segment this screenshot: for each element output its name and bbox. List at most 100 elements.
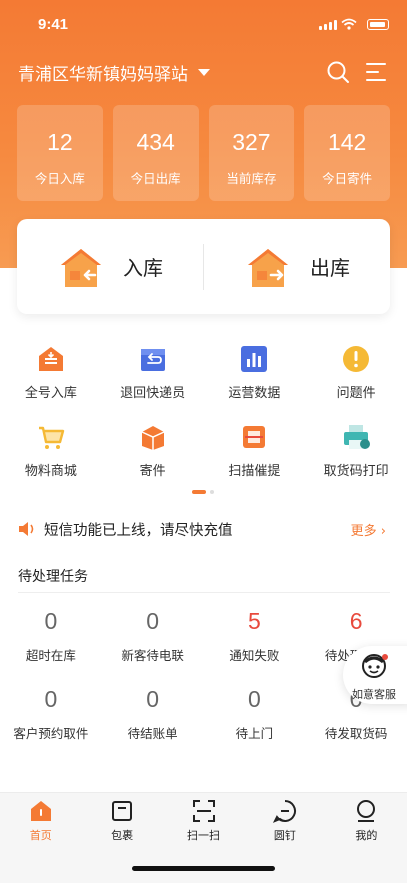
page-indicator [192, 490, 214, 494]
task-pending-bills[interactable]: 0 待结账单 [102, 686, 204, 764]
scan-remind-icon [243, 426, 266, 448]
printer-icon [344, 425, 371, 449]
stats-panel: 12 今日入库 434 今日出库 327 当前库存 142 今日寄件 [17, 105, 390, 201]
task-label: 待上门 [235, 726, 274, 741]
home-indicator [132, 866, 275, 871]
task-notify-failed[interactable]: 5 通知失败 [204, 608, 306, 686]
notice-message: 短信功能已上线，请尽快充值 [44, 522, 233, 539]
grid-item-return-courier[interactable]: 退回快递员 [102, 340, 204, 418]
task-new-customer-call[interactable]: 0 新客待电联 [102, 608, 204, 686]
warehouse-in-icon [61, 248, 101, 287]
stock-out-label: 出库 [310, 256, 350, 280]
bar-chart-icon [241, 346, 268, 372]
grid-item-send[interactable]: 寄件 [102, 418, 204, 496]
task-label: 通知失败 [229, 648, 280, 663]
stat-today-in[interactable]: 12 今日入库 [17, 105, 103, 201]
stat-today-out[interactable]: 434 今日出库 [112, 105, 199, 201]
stat-label: 今日入库 [34, 171, 85, 186]
task-label: 新客待电联 [121, 648, 184, 663]
signal-icon [319, 20, 337, 30]
station-selector[interactable]: 青浦区华新镇妈妈驿站 [18, 60, 210, 85]
grid-label: 全号入库 [24, 386, 77, 401]
chat-icon [272, 800, 296, 823]
chevron-down-icon [198, 69, 210, 76]
box-in-icon [38, 347, 63, 371]
task-label: 待结账单 [127, 726, 178, 741]
stat-current-stock[interactable]: 327 当前库存 [208, 105, 295, 201]
warning-icon [343, 346, 370, 372]
grid-label: 退回快递员 [120, 386, 186, 401]
speaker-icon [19, 522, 34, 536]
stat-label: 当前库存 [226, 171, 277, 186]
tab-home[interactable]: 首页 [0, 793, 81, 849]
grid-label: 运营数据 [228, 386, 281, 401]
grid-label: 寄件 [139, 464, 166, 479]
send-box-icon [141, 426, 164, 450]
tab-label: 我的 [355, 829, 378, 842]
stock-in-label: 入库 [123, 256, 163, 280]
divider [18, 592, 390, 593]
wifi-icon [341, 18, 357, 30]
grid-item-full-in[interactable]: 全号入库 [0, 340, 102, 418]
task-count: 6 [349, 608, 363, 634]
grid-label: 物料商城 [24, 464, 77, 479]
customer-service-button[interactable]: 如意客服 [343, 646, 407, 704]
menu-icon[interactable] [364, 60, 388, 84]
customer-service-label: 如意客服 [352, 688, 396, 701]
task-overdue-in-stock[interactable]: 0 超时在库 [0, 608, 102, 686]
search-icon[interactable] [326, 60, 350, 84]
notice-bar[interactable]: 短信功能已上线，请尽快充值 更多 › [18, 516, 390, 542]
more-link[interactable]: 更多 › [351, 520, 386, 539]
warehouse-out-icon [248, 248, 288, 287]
task-label: 超时在库 [25, 648, 76, 663]
stock-out-button[interactable]: 出库 [204, 219, 390, 314]
tab-label: 包裹 [111, 829, 134, 842]
stock-in-button[interactable]: 入库 [17, 219, 203, 314]
stat-today-send[interactable]: 142 今日寄件 [304, 105, 390, 201]
profile-icon [357, 800, 376, 822]
tab-label: 首页 [29, 829, 52, 842]
task-label: 待发取货码 [324, 726, 388, 741]
grid-item-problem-parcel[interactable]: 问题件 [305, 340, 407, 418]
task-customer-appointment[interactable]: 0 客户预约取件 [0, 686, 102, 764]
in-out-card: 入库 出库 [17, 219, 390, 314]
package-icon [112, 801, 133, 821]
stat-value: 12 [47, 129, 73, 155]
more-label: 更多 [350, 523, 377, 539]
grid-item-material-mall[interactable]: 物料商城 [0, 418, 102, 496]
grid-item-operations-data[interactable]: 运营数据 [204, 340, 306, 418]
station-name: 青浦区华新镇妈妈驿站 [18, 65, 188, 85]
cart-icon [38, 426, 65, 449]
tab-label: 扫一扫 [187, 829, 221, 842]
task-count: 0 [44, 686, 58, 712]
status-bar: 9:41 [0, 0, 407, 48]
grid-label: 问题件 [336, 386, 376, 401]
battery-icon [367, 19, 389, 30]
stat-value: 142 [327, 129, 367, 155]
return-box-icon [140, 349, 165, 371]
scan-icon [192, 800, 215, 822]
stat-value: 434 [136, 129, 175, 155]
grid-label: 取货码打印 [323, 464, 389, 479]
grid-item-pickup-code-print[interactable]: 取货码打印 [305, 418, 407, 496]
tab-scan[interactable]: 扫一扫 [163, 793, 244, 849]
task-count: 0 [146, 608, 160, 634]
tab-label: 圆钉 [273, 829, 296, 842]
grid-label: 扫描催提 [228, 464, 281, 479]
task-count: 0 [247, 686, 261, 712]
grid-item-scan-remind[interactable]: 扫描催提 [204, 418, 306, 496]
stat-value: 327 [232, 129, 271, 155]
pending-section-title: 待处理任务 [18, 569, 88, 585]
task-count: 0 [146, 686, 160, 712]
tab-yuanding[interactable]: 圆钉 [244, 793, 325, 849]
status-time: 9:41 [38, 16, 69, 33]
stat-label: 今日出库 [130, 171, 181, 186]
tab-mine[interactable]: 我的 [326, 793, 407, 849]
task-pending-visit[interactable]: 0 待上门 [204, 686, 306, 764]
chevron-right-icon: › [380, 523, 386, 539]
task-count: 0 [44, 608, 58, 634]
task-count: 5 [247, 608, 261, 634]
stat-label: 今日寄件 [322, 171, 373, 186]
tab-package[interactable]: 包裹 [81, 793, 162, 849]
task-label: 客户预约取件 [13, 726, 89, 741]
